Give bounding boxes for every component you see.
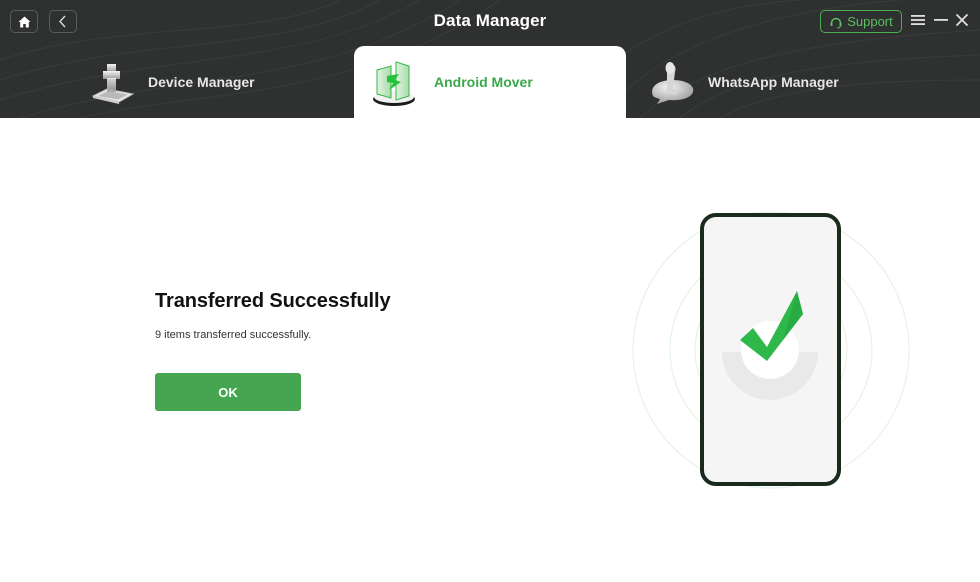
tab-whatsapp-manager[interactable]: WhatsApp Manager <box>646 46 906 118</box>
support-button[interactable]: Support <box>820 10 902 33</box>
title-bar: Data Manager Support Device Manager Andr… <box>0 0 980 118</box>
ok-button[interactable]: OK <box>155 373 301 411</box>
support-label: Support <box>847 14 893 29</box>
minimize-icon <box>934 19 948 21</box>
tab-label-whatsapp-manager: WhatsApp Manager <box>708 74 839 90</box>
minimize-button[interactable] <box>932 10 950 30</box>
headset-icon <box>830 17 842 29</box>
phone-success-checkmark-icon <box>632 211 910 489</box>
close-button[interactable] <box>953 10 971 30</box>
result-description: 9 items transferred successfully. <box>155 329 312 341</box>
tab-label-device-manager: Device Manager <box>148 74 255 90</box>
close-icon <box>955 13 969 27</box>
tab-device-manager[interactable]: Device Manager <box>86 46 336 118</box>
menu-button[interactable] <box>909 10 927 30</box>
device-manager-icon <box>86 56 138 108</box>
tab-android-mover[interactable]: Android Mover <box>354 46 626 118</box>
tab-label-android-mover: Android Mover <box>434 74 533 90</box>
android-mover-icon <box>368 56 420 108</box>
result-title: Transferred Successfully <box>155 290 391 312</box>
result-panel: Transferred Successfully 9 items transfe… <box>155 290 391 411</box>
app-window: Data Manager Support Device Manager Andr… <box>0 0 980 582</box>
whatsapp-manager-icon <box>646 56 698 108</box>
hamburger-menu-icon <box>911 15 925 25</box>
